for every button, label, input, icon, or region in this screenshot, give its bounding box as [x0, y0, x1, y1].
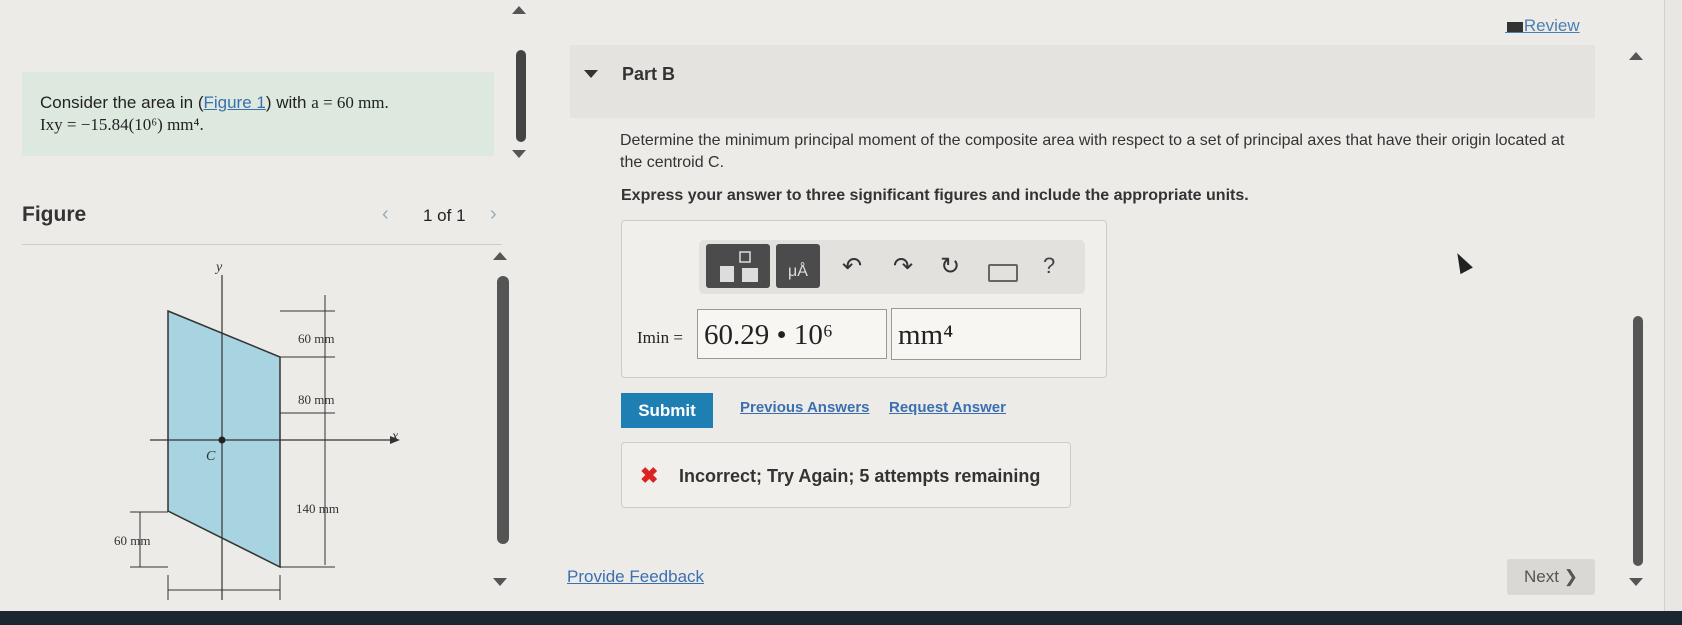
instruction-text: Express your answer to three significant… — [621, 187, 1249, 204]
divider — [22, 244, 502, 245]
chevron-right-icon[interactable]: › — [490, 203, 497, 226]
problem-statement-line1: Consider the area in (Figure 1) with a =… — [40, 93, 389, 113]
question-text: Determine the minimum principal moment o… — [620, 132, 1565, 171]
request-answer-link[interactable]: Request Answer — [889, 399, 1006, 416]
templates-icon[interactable] — [706, 244, 770, 288]
page-edge — [1664, 0, 1682, 611]
previous-answers-link[interactable]: Previous Answers — [740, 399, 870, 416]
x-axis-label: x — [391, 429, 399, 444]
x-icon: ✖ — [640, 463, 659, 488]
dim-label-left: 60 mm — [114, 533, 150, 548]
problem-math: a = 60 mm. — [311, 93, 389, 112]
problem-text: ) with — [265, 93, 312, 112]
y-axis-label: y — [214, 260, 223, 275]
dim-label-top: 60 mm — [298, 331, 334, 346]
undo-icon[interactable]: ↶ — [842, 252, 862, 281]
caret-down-icon[interactable] — [584, 70, 598, 78]
review-link[interactable]: Review — [1505, 16, 1580, 36]
product-of-inertia: Ixy = −15.84(10⁶) mm⁴. — [40, 115, 204, 134]
feedback-text: Incorrect; Try Again; 5 attempts remaini… — [679, 466, 1041, 486]
problem-text: Consider the area in ( — [40, 93, 204, 112]
part-b-header[interactable] — [570, 45, 1595, 118]
dim-label-mid: 80 mm — [298, 392, 334, 407]
page-scroll-down-arrow[interactable] — [1629, 578, 1643, 586]
problem-statement-box — [22, 72, 494, 156]
provide-feedback-link[interactable]: Provide Feedback — [567, 567, 704, 587]
centroid-point — [218, 436, 226, 444]
templates-glyph — [720, 251, 758, 282]
figure-scroll-down-arrow[interactable] — [493, 578, 507, 586]
scroll-up-arrow[interactable] — [512, 6, 526, 14]
figure-title: Figure — [22, 203, 87, 226]
figure-scrollbar-thumb[interactable] — [497, 276, 509, 544]
page-scroll-up-arrow[interactable] — [1629, 52, 1643, 60]
scroll-down-arrow[interactable] — [512, 150, 526, 158]
figure-pagination: 1 of 1 — [423, 206, 466, 225]
dim-label-low: 140 mm — [296, 501, 339, 516]
composite-area-figure: y x C 60 mm 80 mm 140 mm 60 mm — [114, 260, 400, 600]
answer-units-input[interactable]: mm⁴ — [891, 308, 1081, 360]
answer-value-input[interactable]: 60.29 • 10⁶ — [697, 309, 887, 359]
scrollbar-thumb[interactable] — [516, 50, 526, 142]
centroid-label: C — [206, 449, 216, 464]
review-label[interactable]: Review — [1524, 16, 1580, 35]
mouse-cursor-icon — [1451, 249, 1473, 275]
next-button[interactable]: Next ❯ — [1507, 559, 1595, 595]
chevron-left-icon[interactable]: ‹ — [382, 203, 389, 226]
page-scrollbar-thumb[interactable] — [1633, 316, 1643, 566]
part-title[interactable]: Part B — [622, 64, 675, 85]
submit-button[interactable]: Submit — [621, 393, 713, 428]
taskbar — [0, 611, 1682, 625]
figure-scroll-up-arrow[interactable] — [493, 252, 507, 260]
redo-icon[interactable]: ↷ — [893, 252, 913, 281]
figure-link[interactable]: Figure 1 — [203, 93, 265, 112]
keyboard-icon[interactable] — [988, 264, 1018, 282]
units-icon[interactable]: μÅ — [776, 244, 820, 288]
reset-icon[interactable]: ↻ — [940, 252, 960, 281]
help-button[interactable]: ? — [1043, 253, 1055, 279]
answer-label: Imin = — [637, 328, 683, 347]
